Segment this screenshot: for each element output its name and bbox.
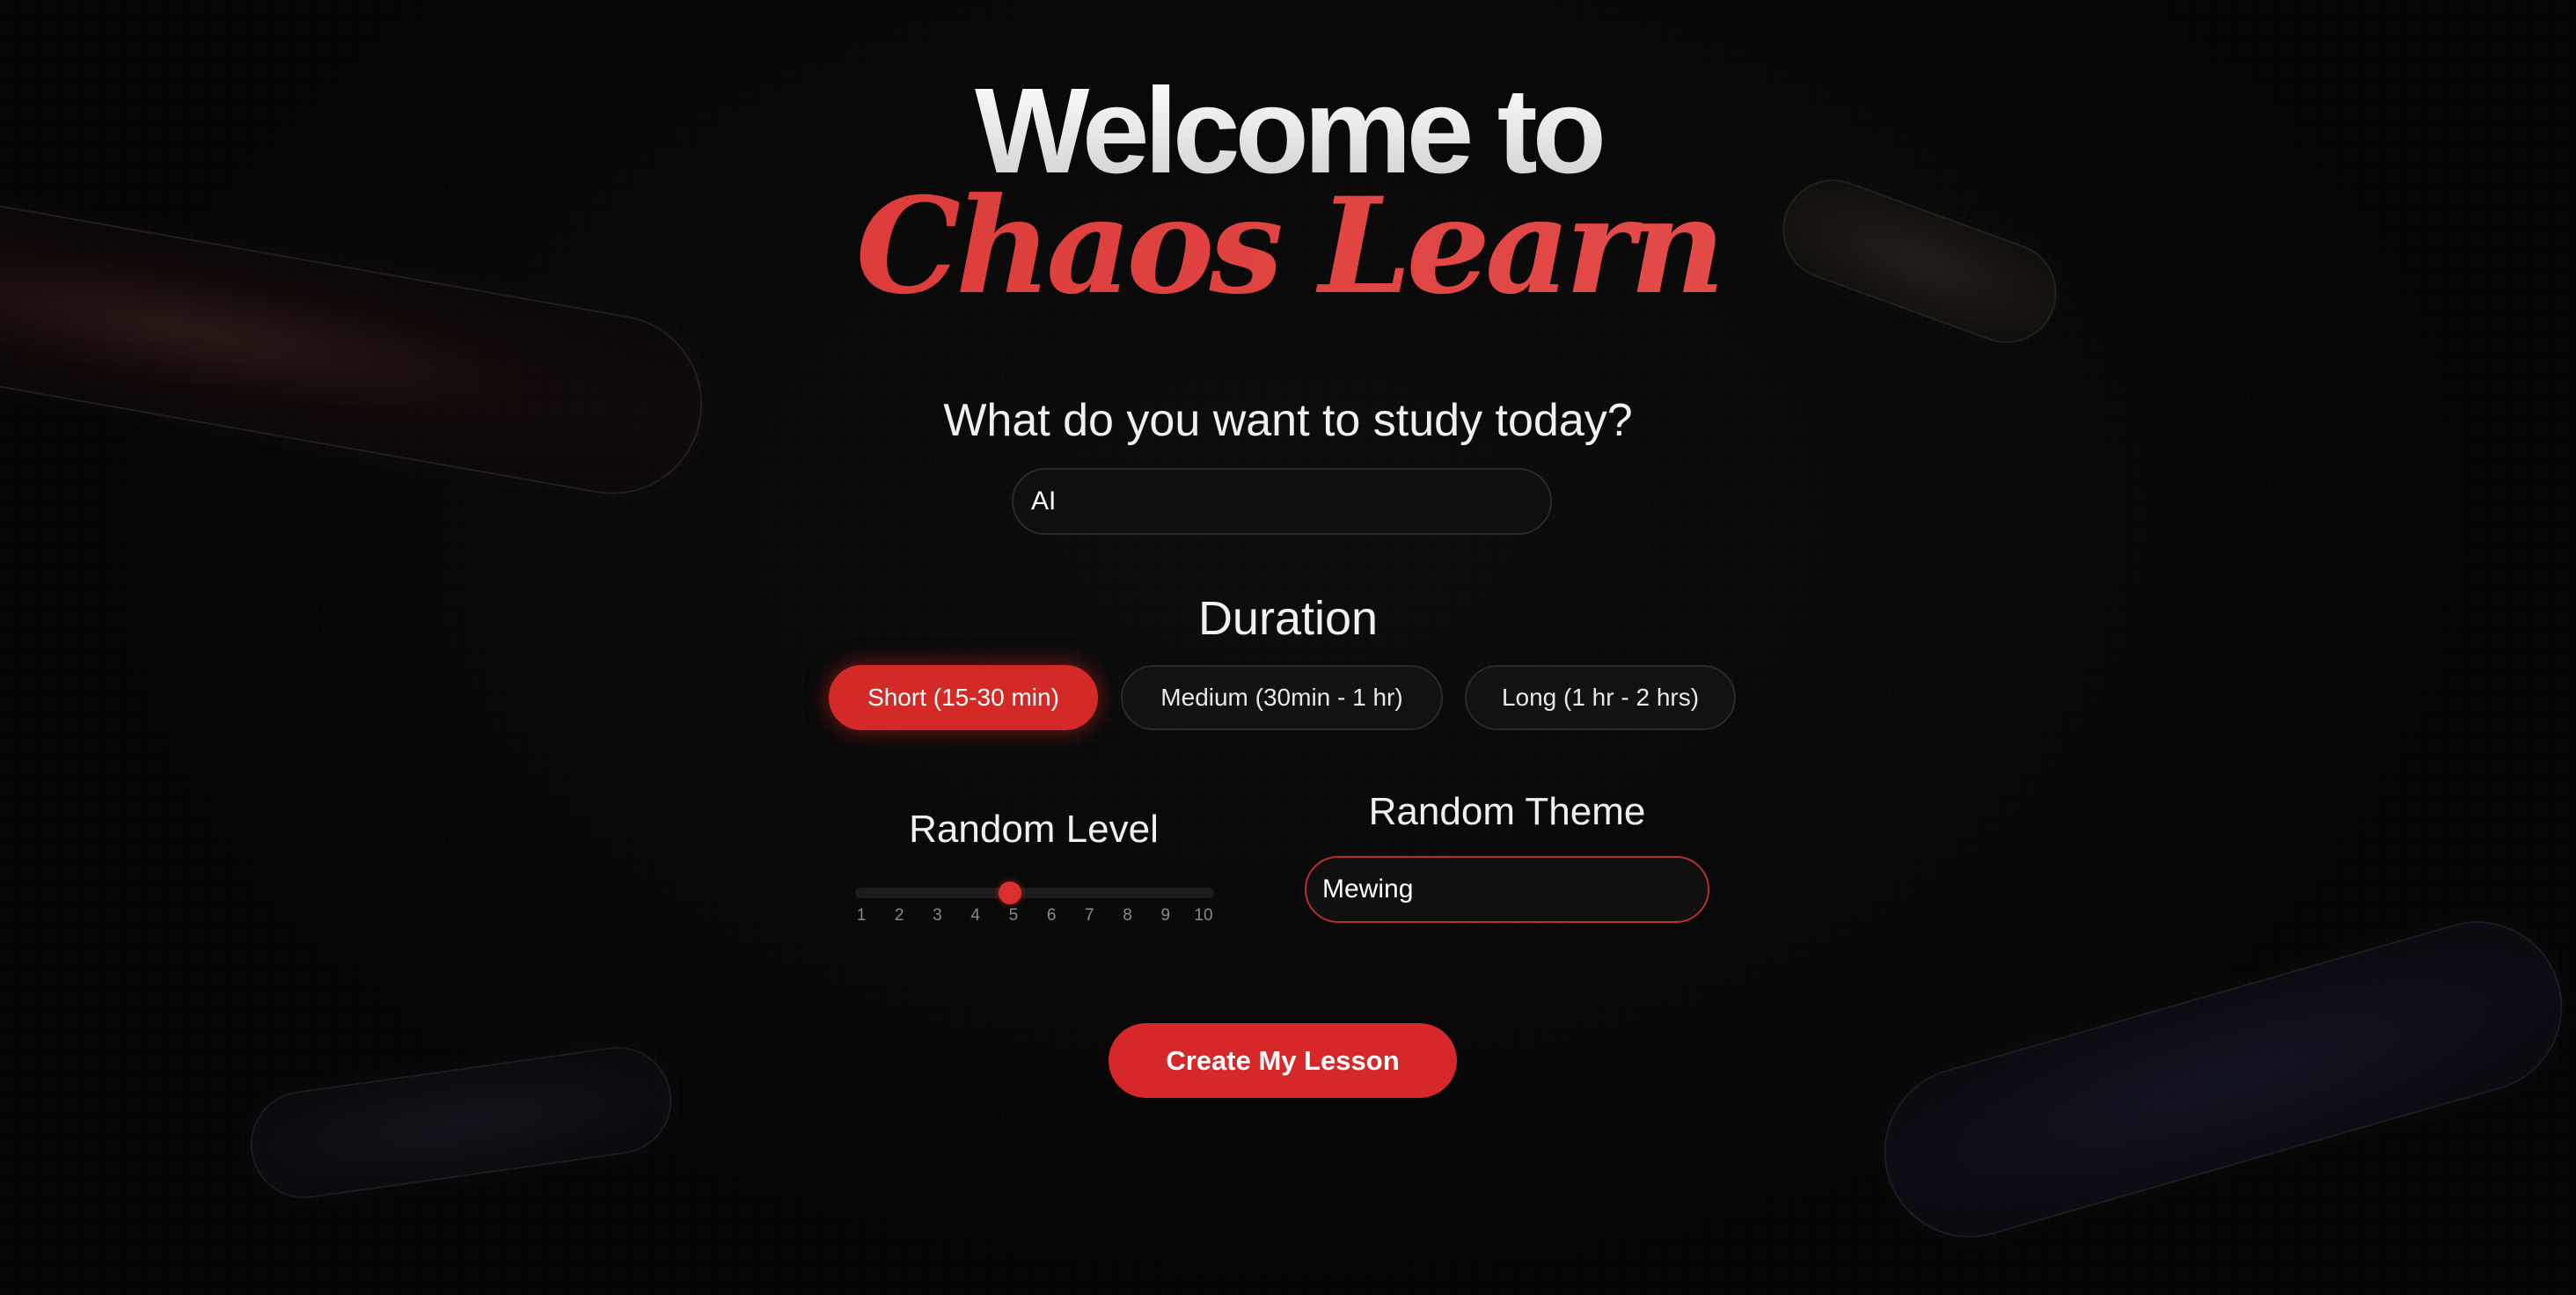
slider-tick-label: 2 (894, 906, 904, 925)
slider-tick-label: 7 (1085, 906, 1094, 925)
slider-tick-label: 5 (1008, 906, 1019, 925)
slider-tick-label: 10 (1194, 906, 1213, 925)
duration-short-button[interactable]: Short (15-30 min) (829, 665, 1098, 730)
main-content: Welcome to Chaos Learn What do you want … (0, 0, 2576, 1295)
random-theme-input[interactable] (1305, 856, 1709, 923)
slider-tick-label: 9 (1160, 906, 1171, 925)
random-level-slider-thumb[interactable] (998, 882, 1021, 904)
slider-tick-label: 6 (1046, 906, 1057, 925)
slider-tick-label: 8 (1123, 906, 1132, 925)
duration-medium-button[interactable]: Medium (30min - 1 hr) (1121, 665, 1443, 730)
slider-tick-label: 3 (933, 906, 942, 925)
study-topic-input[interactable] (1012, 468, 1552, 535)
slider-tick-label: 4 (970, 906, 980, 925)
random-level-slider-track[interactable] (855, 888, 1214, 898)
duration-label: Duration (1197, 592, 1379, 645)
random-level-label: Random Level (909, 808, 1159, 851)
create-lesson-button[interactable]: Create My Lesson (1109, 1023, 1457, 1098)
duration-long-button[interactable]: Long (1 hr - 2 hrs) (1465, 665, 1736, 730)
study-question-label: What do you want to study today? (943, 395, 1633, 446)
random-theme-label: Random Theme (1368, 790, 1646, 833)
slider-tick-label: 1 (856, 906, 867, 925)
page-title-brand: Chaos Learn (0, 180, 2576, 312)
